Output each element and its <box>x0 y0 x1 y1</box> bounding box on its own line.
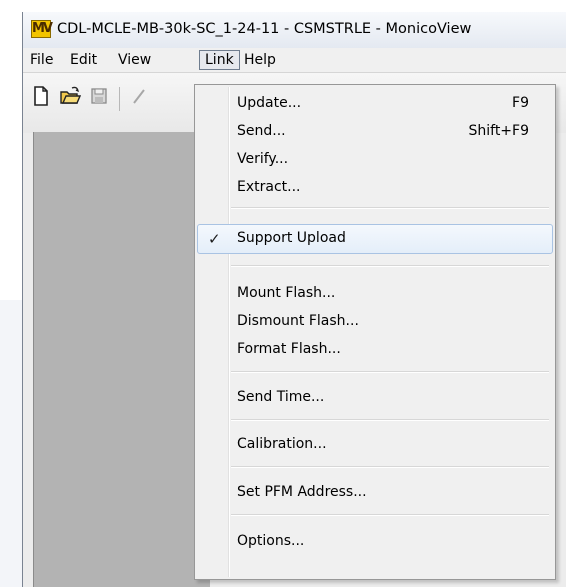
menu-item-label: Options... <box>237 533 305 549</box>
background-stripe <box>0 300 22 587</box>
toolbar-separator <box>119 87 120 111</box>
menu-item-shortcut: F9 <box>512 95 529 111</box>
menu-separator <box>231 265 549 267</box>
app-logo-icon: MV <box>31 20 53 38</box>
menu-separator <box>231 514 549 516</box>
menu-item-set-pfm-address[interactable]: Set PFM Address... <box>197 478 553 506</box>
menu-item-label: Mount Flash... <box>237 285 336 301</box>
menu-item-mount-flash[interactable]: Mount Flash... <box>197 279 553 307</box>
menu-file[interactable]: File <box>25 50 58 70</box>
menu-item-label: Extract... <box>237 179 301 195</box>
menu-item-label: Calibration... <box>237 436 327 452</box>
menu-item-send[interactable]: Send... Shift+F9 <box>197 117 553 145</box>
menu-item-update[interactable]: Update... F9 <box>197 89 553 117</box>
menu-item-label: Send... <box>237 123 286 139</box>
menu-item-label: Dismount Flash... <box>237 313 359 329</box>
link-dropdown-menu: Update... F9 Send... Shift+F9 Verify... … <box>194 84 556 580</box>
menu-item-label: Verify... <box>237 151 289 167</box>
menu-item-label: Set PFM Address... <box>237 484 367 500</box>
window-title: CDL-MCLE-MB-30k-SC_1-24-11 - CSMSTRLE - … <box>57 21 472 37</box>
menu-item-support-upload[interactable]: ✓ Support Upload <box>197 224 553 254</box>
menu-item-format-flash[interactable]: Format Flash... <box>197 335 553 363</box>
menu-separator <box>231 466 549 468</box>
menu-item-options[interactable]: Options... <box>197 527 553 555</box>
menu-item-verify[interactable]: Verify... <box>197 145 553 173</box>
menu-item-shortcut: Shift+F9 <box>468 123 529 139</box>
menu-link[interactable]: Link <box>199 50 240 70</box>
save-icon[interactable] <box>89 85 109 107</box>
new-file-icon[interactable] <box>31 85 51 107</box>
menu-item-label: Update... <box>237 95 302 111</box>
menu-help[interactable]: Help <box>239 50 281 70</box>
menu-item-label: Send Time... <box>237 389 325 405</box>
checkmark-icon: ✓ <box>208 230 221 248</box>
menu-item-extract[interactable]: Extract... <box>197 173 553 201</box>
menu-view[interactable]: View <box>113 50 156 70</box>
menu-item-label: Format Flash... <box>237 341 341 357</box>
menu-item-send-time[interactable]: Send Time... <box>197 383 553 411</box>
menu-bar: File Edit View Link Help <box>23 48 566 73</box>
menu-edit[interactable]: Edit <box>65 50 102 70</box>
menu-separator <box>231 371 549 373</box>
title-bar[interactable]: MV CDL-MCLE-MB-30k-SC_1-24-11 - CSMSTRLE… <box>23 12 566 48</box>
menu-item-label: Support Upload <box>237 230 346 246</box>
menu-separator <box>231 419 549 421</box>
menu-item-dismount-flash[interactable]: Dismount Flash... <box>197 307 553 335</box>
menu-separator <box>231 207 549 209</box>
edit-pencil-icon[interactable] <box>129 85 149 107</box>
document-area <box>33 132 210 587</box>
open-folder-icon[interactable] <box>59 85 81 107</box>
menu-item-calibration[interactable]: Calibration... <box>197 430 553 458</box>
